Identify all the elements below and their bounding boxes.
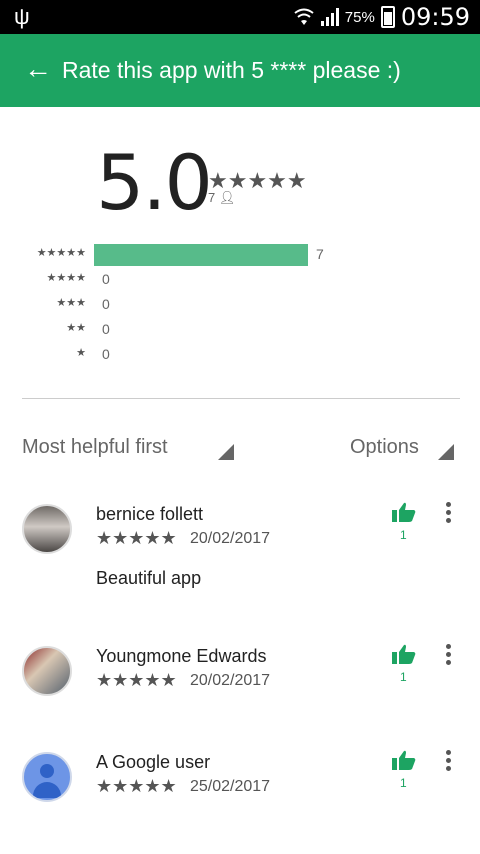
reviewer-name: bernice follett	[96, 504, 204, 524]
status-bar: ψ 75% 09:59	[0, 0, 480, 34]
histogram-count: 0	[102, 296, 110, 312]
reviewer-name: Youngmone Edwards	[96, 646, 267, 666]
more-options-icon[interactable]	[444, 644, 452, 668]
wifi-icon	[294, 8, 314, 25]
reviewer-name: A Google user	[96, 752, 211, 772]
helpful-count: 1	[400, 776, 407, 790]
sort-dropdown-triangle-icon[interactable]	[218, 444, 234, 460]
status-right: 75% 09:59	[293, 3, 470, 31]
battery-percent: 75%	[344, 8, 375, 26]
review-text: Beautiful app	[96, 568, 202, 588]
histogram-row: ★★★ 0	[0, 294, 480, 316]
review-date: 20/02/2017	[190, 672, 271, 689]
battery-icon	[380, 6, 395, 28]
sort-dropdown[interactable]: Most helpful first	[22, 436, 168, 459]
options-dropdown-triangle-icon[interactable]	[438, 444, 454, 460]
thumbs-up-icon[interactable]	[392, 502, 416, 522]
histogram-row: ★★★★ 0	[0, 269, 480, 291]
avatar[interactable]	[22, 504, 72, 554]
app-bar: ← Rate this app with 5 **** please :)	[0, 34, 480, 107]
histogram-row: ★ 0	[0, 344, 480, 366]
review-date: 25/02/2017	[190, 778, 271, 795]
avatar[interactable]	[22, 646, 72, 696]
review-item: Youngmone Edwards ★★★★★ 20/02/2017 1	[0, 644, 480, 704]
histogram-stars-label: ★	[76, 347, 86, 359]
signal-icon	[320, 8, 339, 26]
helpful-count: 1	[400, 528, 407, 542]
rating-count: 7 👤︎	[208, 190, 235, 206]
usb-icon: ψ	[14, 4, 30, 29]
default-avatar-head	[40, 764, 54, 778]
back-arrow-icon[interactable]: ←	[24, 54, 52, 84]
histogram-count: 0	[102, 346, 110, 362]
average-rating: 5.0	[96, 138, 213, 227]
histogram-count: 0	[102, 271, 110, 287]
options-dropdown[interactable]: Options	[350, 436, 419, 459]
default-avatar-body	[33, 782, 61, 798]
histogram-stars-label: ★★★	[56, 297, 86, 309]
review-stars: ★★★★★	[96, 670, 177, 690]
page-title: Rate this app with 5 **** please :)	[62, 57, 401, 83]
review-item: bernice follett ★★★★★ 20/02/2017 Beautif…	[0, 500, 480, 600]
histogram-row: ★★ 0	[0, 319, 480, 341]
histogram-stars-label: ★★	[66, 322, 86, 334]
thumbs-up-icon[interactable]	[392, 644, 416, 664]
more-options-icon[interactable]	[444, 750, 452, 774]
rating-count-value: 7	[208, 190, 216, 205]
review-date: 20/02/2017	[190, 530, 271, 547]
more-options-icon[interactable]	[444, 502, 452, 526]
review-stars: ★★★★★	[96, 776, 177, 796]
avatar[interactable]	[22, 752, 72, 802]
histogram-stars-label: ★★★★	[46, 272, 86, 284]
person-icon: 👤︎	[218, 190, 236, 205]
histogram-stars-label: ★★★★★	[36, 247, 86, 259]
histogram-bar	[94, 244, 308, 266]
histogram-count: 0	[102, 321, 110, 337]
helpful-count: 1	[400, 670, 407, 684]
clock: 09:59	[400, 3, 470, 31]
divider	[22, 398, 460, 399]
histogram-count: 7	[316, 246, 324, 262]
histogram-row: ★★★★★ 7	[0, 244, 480, 266]
review-item: A Google user ★★★★★ 25/02/2017 1	[0, 750, 480, 810]
review-stars: ★★★★★	[96, 528, 177, 548]
thumbs-up-icon[interactable]	[392, 750, 416, 770]
